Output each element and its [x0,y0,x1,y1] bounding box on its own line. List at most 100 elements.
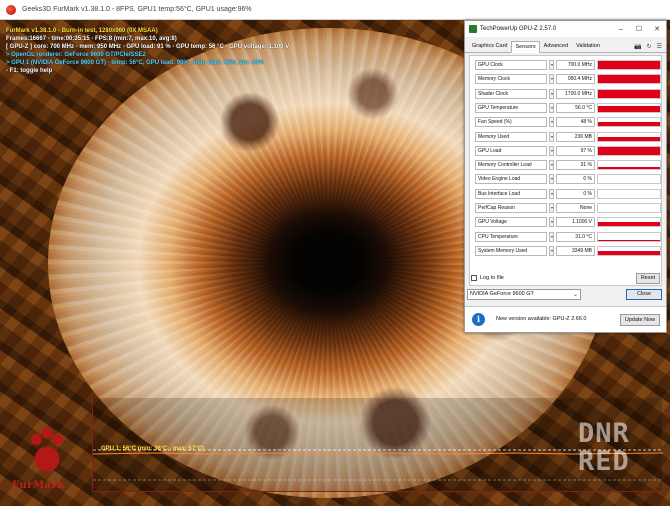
reset-button[interactable]: Reset [636,273,660,284]
gpuz-toolbar: 📷 ↻ ☰ [634,43,666,52]
sensor-row: Memory Used 236 MB [472,131,662,143]
sensor-graph [597,231,661,242]
temperature-graph-label: GPU 1: 56°C (min: 36°C - max: 57°C) [101,446,204,452]
sensor-graph-fill [598,147,660,155]
sensor-graph-fill [598,105,660,112]
sensor-graph-fill [598,166,660,170]
sensor-row: CPU Temperature 31.0 °C [472,231,662,243]
tab-sensors[interactable]: Sensors [511,41,540,53]
sensor-graph [597,217,661,228]
chevron-down-icon: ⌄ [572,292,578,298]
sensor-graph [597,145,661,156]
paw-icon [26,428,68,480]
sensor-graph [597,245,661,256]
gpu-select[interactable]: NVIDIA GeForce 9600 GT ⌄ [467,289,581,300]
sensor-graph-fill [598,136,660,141]
sensor-row: Memory Controller Load 31 % [472,159,662,171]
sensor-dropdown-icon[interactable] [549,231,554,242]
overlay-line-renderer: > OpenGL renderer: GeForce 9600 GT/PCIe/… [6,52,146,58]
camera-icon[interactable]: 📷 [634,43,641,50]
sensor-label: System Memory Used [475,245,547,256]
sensor-row: Fan Speed (%) 48 % [472,116,662,128]
sensor-dropdown-icon[interactable] [549,160,554,171]
sensor-dropdown-icon[interactable] [549,60,554,70]
sensor-dropdown-icon[interactable] [549,88,554,99]
sensor-dropdown-icon[interactable] [549,174,554,185]
sensor-value: 950.4 MHz [556,74,595,85]
close-button[interactable]: Close [626,289,662,300]
sensor-dropdown-icon[interactable] [549,102,554,113]
sensor-value: 700.0 MHz [556,60,595,70]
sensor-label: Fan Speed (%) [475,117,547,128]
sensor-value: 1700.0 MHz [556,88,595,99]
sensor-value: 31 % [556,160,595,171]
sensor-dropdown-icon[interactable] [549,188,554,199]
sensor-dropdown-icon[interactable] [549,117,554,128]
minimize-icon[interactable]: – [612,26,630,33]
tab-validation[interactable]: Validation [572,40,604,52]
maximize-icon[interactable]: ☐ [630,25,648,33]
sensor-label: GPU Load [475,145,547,156]
sensor-graph [597,188,661,199]
update-notification: i New version available: GPU-Z 2.66.0 Up… [465,306,666,332]
sensor-graph [597,203,661,213]
sensor-graph-fill [598,61,660,69]
sensor-dropdown-icon[interactable] [549,217,554,228]
furmark-overlay-info: FurMark v1.38.1.0 - Burn-in test, 1280x9… [6,27,289,75]
sensor-row: GPU Voltage 1.1000 V [472,216,662,228]
sensor-graph [597,174,661,185]
sensor-row: GPU Clock 700.0 MHz [472,59,662,71]
sensor-value: 31.0 °C [556,231,595,242]
sensor-label: Memory Used [475,131,547,142]
tab-graphics-card[interactable]: Graphics Card [468,40,511,52]
overlay-line-help: - F1: toggle help [6,68,53,74]
sensor-dropdown-icon[interactable] [549,74,554,85]
sensor-value: 48 % [556,117,595,128]
sensor-graph-fill [598,222,660,227]
sensor-value: 56.0 °C [556,102,595,113]
refresh-icon[interactable]: ↻ [647,43,652,50]
sensor-label: GPU Clock [475,60,547,70]
overlay-line-frames: Frames:16667 - time:00:35:15 - FPS:8 (mi… [6,36,177,42]
sensor-dropdown-icon[interactable] [549,145,554,156]
sensor-graph [597,74,661,85]
sensor-graph [597,160,661,171]
sensor-graph-fill [598,89,660,98]
gpuz-titlebar[interactable]: TechPowerUp GPU-Z 2.57.0 – ☐ ✕ [465,21,666,37]
gpuz-window: TechPowerUp GPU-Z 2.57.0 – ☐ ✕ Graphics … [464,20,667,333]
furmark-app-icon [6,4,16,15]
gpuz-tabbar: Graphics Card Sensors Advanced Validatio… [465,40,666,53]
close-icon[interactable]: ✕ [648,25,666,33]
furmark-titlebar[interactable]: Geeks3D FurMark v1.38.1.0 - 8FPS, GPU1 t… [0,0,670,20]
sensor-graph-fill [598,250,660,255]
sensor-row: System Memory Used 3349 MB [472,245,662,257]
sensor-row: PerfCap Reason None [472,202,662,214]
gpuz-app-icon [469,25,477,33]
update-now-button[interactable]: Update Now [620,314,660,326]
sensor-graph-fill [598,239,660,241]
log-to-file-option[interactable]: Log to file [471,275,504,281]
sensor-dropdown-icon[interactable] [549,245,554,256]
sensor-dropdown-icon[interactable] [549,203,554,213]
menu-icon[interactable]: ☰ [657,43,662,50]
tab-advanced[interactable]: Advanced [540,40,572,52]
log-to-file-checkbox[interactable] [471,275,477,281]
sensor-row: Bus Interface Load 0 % [472,188,662,200]
overlay-line-title: FurMark v1.38.1.0 - Burn-in test, 1280x9… [6,28,158,34]
furmark-logo-text: FurMark [12,480,65,491]
sensor-graph [597,60,661,70]
watermark: DNR RED [578,418,630,477]
sensor-label: Video Engine Load [475,174,547,185]
sensor-label: Memory Controller Load [475,160,547,171]
sensor-value: None [556,203,595,213]
info-icon: i [472,313,485,326]
sensor-graph [597,131,661,142]
sensor-value: 0 % [556,188,595,199]
furmark-window-title: Geeks3D FurMark v1.38.1.0 - 8FPS, GPU1 t… [22,6,252,13]
sensor-graph [597,102,661,113]
sensor-label: CPU Temperature [475,231,547,242]
notification-text: New version available: GPU-Z 2.66.0 [496,316,587,322]
sensor-dropdown-icon[interactable] [549,131,554,142]
sensor-row: Shader Clock 1700.0 MHz [472,88,662,100]
temperature-graph [92,398,663,492]
